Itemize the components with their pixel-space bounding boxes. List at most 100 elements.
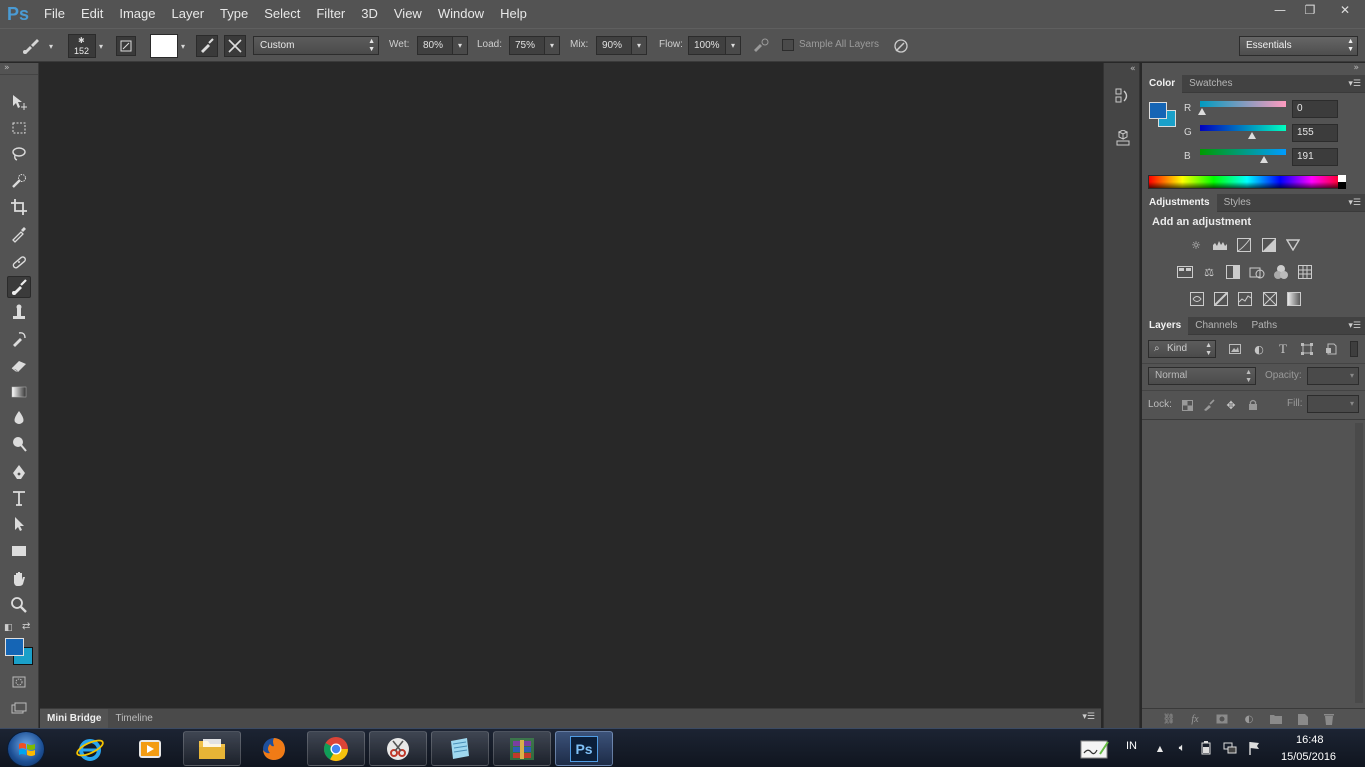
taskbar-photoshop[interactable]: Ps — [555, 731, 613, 766]
black-white-icon[interactable] — [1225, 264, 1241, 280]
tool-preset-arrow-icon[interactable]: ▾ — [44, 35, 58, 57]
workspace-select[interactable]: Essentials ▲ ▼ — [1239, 36, 1358, 56]
flow-input[interactable]: 100% — [688, 36, 726, 55]
minimize-button[interactable]: — — [1265, 0, 1295, 20]
load-input[interactable]: 75% — [509, 36, 545, 55]
layer-filter-kind-select[interactable]: ⌕ Kind ▲ ▼ — [1148, 340, 1216, 358]
vibrance-icon[interactable] — [1285, 237, 1301, 253]
close-button[interactable]: ✕ — [1325, 0, 1365, 20]
current-load-swatch[interactable] — [150, 34, 178, 58]
filter-pixel-layers-icon[interactable] — [1228, 342, 1242, 356]
taskbar-chrome[interactable] — [307, 731, 365, 766]
brush-panel-toggle-icon[interactable] — [116, 36, 136, 56]
marquee-tool-icon[interactable] — [7, 117, 31, 139]
hue-saturation-icon[interactable] — [1177, 264, 1193, 280]
tab-timeline[interactable]: Timeline — [108, 709, 159, 729]
default-colors-icon[interactable]: ◧ — [4, 623, 13, 633]
tab-adjustments[interactable]: Adjustments — [1142, 194, 1217, 212]
quick-selection-tool-icon[interactable] — [7, 170, 31, 192]
eraser-tool-icon[interactable] — [7, 354, 31, 376]
handwriting-pen-icon[interactable] — [1080, 737, 1110, 761]
history-panel-icon[interactable] — [1112, 85, 1134, 107]
clock-time[interactable]: 16:48 — [1296, 734, 1324, 746]
mixer-brush-tool-icon[interactable] — [7, 276, 31, 298]
panel-menu-icon[interactable]: ▾☰ — [1348, 321, 1361, 331]
taskbar-winrar[interactable] — [493, 731, 551, 766]
lock-position-icon[interactable]: ✥ — [1224, 398, 1238, 412]
green-slider[interactable] — [1200, 125, 1286, 131]
swap-colors-icon[interactable]: ⇄ — [22, 621, 30, 632]
tab-swatches[interactable]: Swatches — [1182, 75, 1239, 93]
tab-paths[interactable]: Paths — [1245, 317, 1285, 335]
language-indicator[interactable]: IN — [1126, 740, 1137, 752]
mixer-brush-tool-icon[interactable] — [18, 35, 44, 57]
curves-icon[interactable] — [1236, 237, 1252, 253]
flow-dropdown-icon[interactable]: ▾ — [725, 36, 741, 55]
load-swatch-arrow-icon[interactable]: ▾ — [178, 35, 188, 57]
layers-scrollbar[interactable] — [1355, 423, 1363, 703]
path-selection-tool-icon[interactable] — [7, 513, 31, 535]
move-tool-icon[interactable] — [7, 91, 31, 113]
load-brush-icon[interactable] — [196, 35, 218, 57]
properties-panel-icon[interactable] — [1112, 127, 1134, 149]
start-button[interactable] — [7, 731, 45, 767]
menu-type[interactable]: Type — [212, 0, 256, 28]
tab-channels[interactable]: Channels — [1188, 317, 1244, 335]
color-lookup-icon[interactable] — [1297, 264, 1313, 280]
lock-all-icon[interactable] — [1246, 398, 1260, 412]
threshold-icon[interactable] — [1237, 291, 1253, 307]
menu-filter[interactable]: Filter — [308, 0, 353, 28]
spot-healing-brush-tool-icon[interactable] — [7, 251, 31, 273]
power-battery-icon[interactable] — [1199, 741, 1213, 755]
blue-value-input[interactable]: 191 — [1292, 148, 1338, 166]
filter-adjustment-layers-icon[interactable]: ◐ — [1252, 342, 1266, 356]
network-icon[interactable] — [1223, 741, 1237, 755]
red-value-input[interactable]: 0 — [1292, 100, 1338, 118]
menu-select[interactable]: Select — [256, 0, 308, 28]
menu-file[interactable]: File — [36, 0, 73, 28]
show-hidden-icons-chevron-icon[interactable]: ▲ — [1153, 741, 1167, 755]
tab-mini-bridge[interactable]: Mini Bridge — [40, 709, 109, 729]
panel-menu-icon[interactable]: ▾☰ — [1348, 79, 1361, 89]
sample-all-layers-checkbox[interactable] — [782, 39, 794, 51]
new-group-folder-icon[interactable] — [1269, 712, 1283, 726]
color-spectrum-bar[interactable] — [1148, 175, 1346, 189]
airbrush-icon[interactable] — [750, 35, 772, 57]
wet-dropdown-icon[interactable]: ▾ — [452, 36, 468, 55]
action-center-flag-icon[interactable] — [1247, 741, 1261, 755]
channel-mixer-icon[interactable] — [1273, 264, 1289, 280]
new-layer-icon[interactable] — [1296, 712, 1310, 726]
fill-input[interactable]: ▾ — [1307, 395, 1359, 413]
add-layer-mask-icon[interactable] — [1215, 712, 1229, 726]
selective-color-icon[interactable] — [1262, 291, 1278, 307]
tab-styles[interactable]: Styles — [1217, 194, 1258, 212]
lock-transparent-pixels-icon[interactable] — [1180, 398, 1194, 412]
black-white-swatch[interactable] — [1338, 175, 1346, 189]
menu-3d[interactable]: 3D — [353, 0, 386, 28]
link-layers-icon[interactable]: ⛓ — [1162, 712, 1176, 726]
menu-window[interactable]: Window — [430, 0, 492, 28]
mix-input[interactable]: 90% — [596, 36, 632, 55]
foreground-color-swatch[interactable] — [1149, 102, 1167, 119]
menu-help[interactable]: Help — [492, 0, 535, 28]
menu-image[interactable]: Image — [111, 0, 163, 28]
red-slider[interactable] — [1200, 101, 1286, 107]
invert-icon[interactable] — [1189, 291, 1205, 307]
pen-tool-icon[interactable] — [7, 461, 31, 483]
red-slider-thumb[interactable] — [1198, 108, 1206, 115]
history-brush-tool-icon[interactable] — [7, 328, 31, 350]
brush-preset-picker[interactable]: ✱ 152 — [68, 34, 96, 58]
dodge-tool-icon[interactable] — [7, 433, 31, 455]
lasso-tool-icon[interactable] — [7, 143, 31, 165]
panel-expand-icon[interactable]: » — [0, 63, 38, 75]
load-dropdown-icon[interactable]: ▾ — [544, 36, 560, 55]
type-tool-icon[interactable] — [7, 487, 31, 509]
filter-smart-objects-icon[interactable] — [1324, 342, 1338, 356]
new-adjustment-layer-icon[interactable]: ◐ — [1242, 712, 1256, 726]
tab-layers[interactable]: Layers — [1142, 317, 1189, 335]
gradient-tool-icon[interactable] — [7, 381, 31, 403]
menu-layer[interactable]: Layer — [164, 0, 213, 28]
mix-dropdown-icon[interactable]: ▾ — [631, 36, 647, 55]
foreground-color-swatch[interactable] — [5, 638, 24, 656]
green-slider-thumb[interactable] — [1248, 132, 1256, 139]
